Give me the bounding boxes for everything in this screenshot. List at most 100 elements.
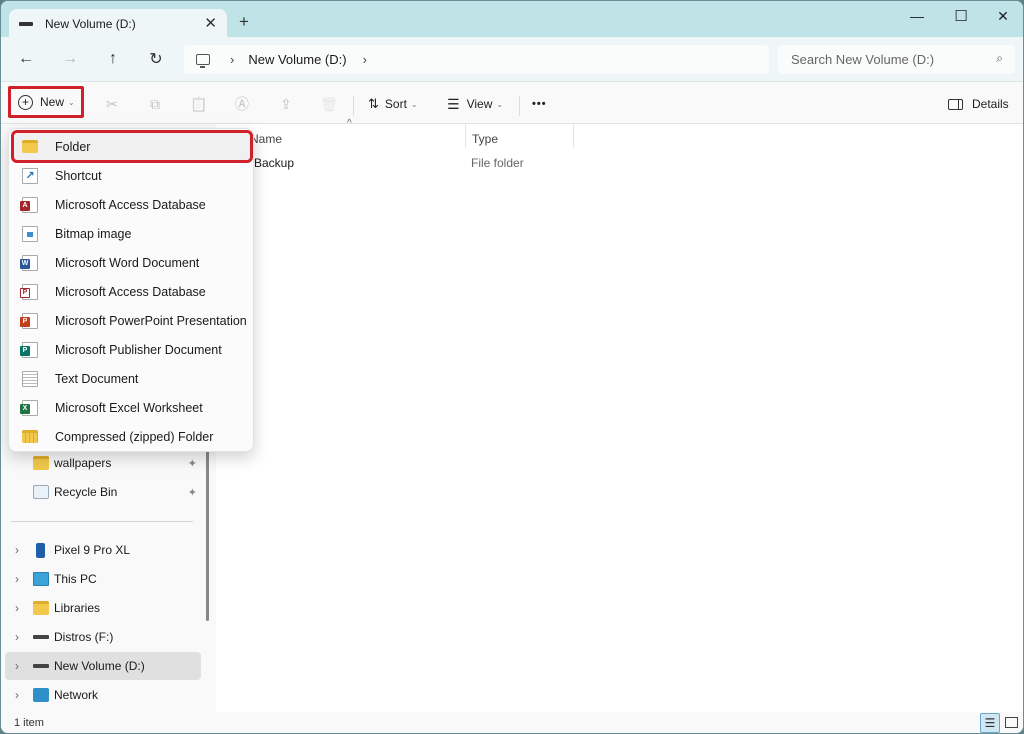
menu-item-label: Compressed (zipped) Folder [55, 429, 214, 444]
up-button[interactable]: ↑ [101, 47, 125, 71]
breadcrumb-chevron-icon[interactable]: › [230, 52, 234, 67]
column-header-type[interactable]: Type [472, 128, 498, 150]
file-row-name[interactable]: Backup [254, 156, 294, 170]
plus-circle-icon: + [18, 94, 33, 110]
cut-icon[interactable]: ✂ [101, 90, 123, 118]
expand-chevron-icon[interactable]: › [5, 543, 29, 557]
column-header-name[interactable]: Name [250, 128, 282, 150]
sidebar-item-wallpapers[interactable]: wallpapers ✦ [5, 449, 201, 477]
recycle-bin-icon [33, 485, 49, 499]
sidebar-item-pixel-9-pro-xl[interactable]: › Pixel 9 Pro XL [5, 536, 201, 564]
search-icon: ⌕ [996, 51, 1003, 65]
tab-new-volume[interactable]: New Volume (D:) ✕ [9, 9, 227, 39]
menu-item-access-database[interactable]: A Microsoft Access Database [13, 190, 251, 219]
access-icon: P [20, 283, 38, 300]
folder-icon [33, 456, 49, 470]
toolbar-divider [353, 96, 354, 116]
drive-icon [19, 22, 33, 26]
menu-item-bitmap[interactable]: Bitmap image [13, 219, 251, 248]
menu-item-compressed-folder[interactable]: Compressed (zipped) Folder [13, 422, 251, 451]
maximize-button[interactable]: ☐ [939, 1, 983, 31]
back-button[interactable]: ← [14, 47, 38, 71]
more-options-button[interactable]: ••• [532, 90, 547, 118]
details-view-toggle[interactable]: ☰ [980, 713, 1000, 733]
expand-chevron-icon[interactable]: › [5, 572, 29, 586]
search-placeholder: Search New Volume (D:) [791, 52, 935, 67]
new-button[interactable]: + New ⌄ [8, 86, 84, 118]
delete-icon[interactable]: 🗑 [318, 90, 340, 118]
sidebar-item-network[interactable]: › Network [5, 681, 201, 709]
forward-button[interactable]: → [58, 47, 82, 71]
word-icon: W [20, 254, 38, 271]
paste-icon[interactable]: 📋 [188, 90, 210, 118]
column-divider[interactable] [573, 124, 574, 148]
view-button[interactable]: ☰ View ⌄ [447, 90, 503, 118]
expand-chevron-icon[interactable]: › [5, 659, 29, 673]
menu-item-text-document[interactable]: Text Document [13, 364, 251, 393]
sidebar-item-recycle-bin[interactable]: Recycle Bin ✦ [5, 478, 201, 506]
breadcrumb-new-volume[interactable]: New Volume (D:) [248, 52, 346, 67]
tab-title: New Volume (D:) [45, 17, 136, 31]
expand-chevron-icon[interactable]: › [5, 630, 29, 644]
sidebar-item-new-volume[interactable]: › New Volume (D:) [5, 652, 201, 680]
column-divider[interactable] [465, 124, 466, 148]
file-list: ^ Name Type Backup File folder [216, 118, 1023, 712]
close-window-button[interactable]: ✕ [981, 1, 1023, 31]
title-bar: New Volume (D:) ✕ + — ☐ ✕ [1, 1, 1023, 39]
sidebar-item-label: Distros (F:) [54, 630, 114, 644]
menu-item-access-database-2[interactable]: P Microsoft Access Database [13, 277, 251, 306]
menu-item-word-document[interactable]: W Microsoft Word Document [13, 248, 251, 277]
expand-chevron-icon[interactable]: › [5, 601, 29, 615]
libraries-icon [33, 601, 49, 615]
details-label: Details [972, 97, 1009, 111]
details-pane-button[interactable]: Details [948, 90, 1009, 118]
shortcut-icon: ↗ [22, 167, 38, 184]
new-tab-button[interactable]: + [239, 12, 249, 32]
sort-ascending-icon: ^ [347, 118, 352, 129]
menu-item-publisher[interactable]: P Microsoft Publisher Document [13, 335, 251, 364]
folder-icon [22, 140, 38, 153]
item-count: 1 item [14, 717, 44, 729]
breadcrumb-chevron-icon[interactable]: › [363, 52, 367, 67]
toolbar-divider [519, 96, 520, 116]
powerpoint-icon: P [20, 312, 38, 329]
expand-chevron-icon[interactable]: › [5, 688, 29, 702]
sidebar-item-libraries[interactable]: › Libraries [5, 594, 201, 622]
zip-folder-icon [22, 430, 38, 443]
tiles-view-toggle[interactable] [1005, 717, 1018, 728]
view-lines-icon: ☰ [447, 95, 460, 112]
menu-item-folder[interactable]: Folder [11, 130, 253, 163]
tab-close-button[interactable]: ✕ [204, 14, 217, 32]
bitmap-icon [22, 225, 38, 242]
pin-icon[interactable]: ✦ [188, 486, 197, 499]
copy-icon[interactable]: ⧉ [144, 90, 166, 118]
excel-icon: X [20, 399, 38, 416]
search-input[interactable]: Search New Volume (D:) ⌕ [778, 45, 1015, 74]
address-path[interactable]: › New Volume (D:) › [184, 45, 769, 74]
menu-item-label: Text Document [55, 371, 139, 386]
menu-item-label: Microsoft Publisher Document [55, 342, 222, 357]
menu-item-label: Microsoft Access Database [55, 284, 206, 299]
sort-button[interactable]: ⇅ Sort ⌄ [368, 90, 418, 118]
sidebar-item-this-pc[interactable]: › This PC [5, 565, 201, 593]
rename-icon[interactable]: Ⓐ [231, 90, 253, 118]
sidebar-item-distros[interactable]: › Distros (F:) [5, 623, 201, 651]
sidebar-divider [11, 521, 193, 522]
menu-item-excel-worksheet[interactable]: X Microsoft Excel Worksheet [13, 393, 251, 422]
file-row-type: File folder [471, 156, 524, 170]
text-document-icon [22, 370, 38, 387]
sidebar-item-label: This PC [54, 572, 97, 586]
file-explorer-window: New Volume (D:) ✕ + — ☐ ✕ ← → ↑ ↻ › New … [0, 0, 1024, 734]
menu-item-label: Shortcut [55, 168, 102, 183]
refresh-button[interactable]: ↻ [144, 47, 168, 71]
share-icon[interactable]: ⇪ [275, 90, 297, 118]
menu-item-shortcut[interactable]: ↗ Shortcut [13, 161, 251, 190]
phone-icon [36, 542, 45, 558]
network-icon [33, 688, 49, 702]
chevron-down-icon: ⌄ [496, 99, 504, 109]
new-item-menu: Folder ↗ Shortcut A Microsoft Access Dat… [8, 128, 254, 452]
sidebar-item-label: New Volume (D:) [54, 659, 145, 673]
menu-item-powerpoint[interactable]: P Microsoft PowerPoint Presentation [13, 306, 251, 335]
pin-icon[interactable]: ✦ [188, 457, 197, 470]
minimize-button[interactable]: — [895, 1, 939, 31]
